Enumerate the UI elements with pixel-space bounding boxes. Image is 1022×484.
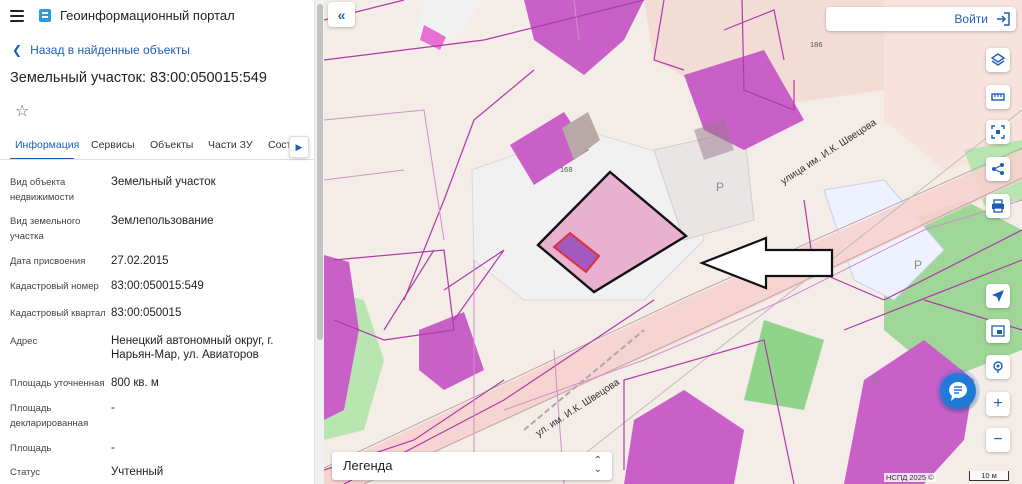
property-label: Вид земельного участка: [10, 216, 81, 242]
property-label: Кадастровый квартал: [10, 308, 106, 319]
active-tab-indicator: [10, 158, 74, 159]
print-icon: [992, 199, 1004, 213]
tab-bar: Информация Сервисы Объекты Части ЗУ Сост…: [0, 134, 314, 160]
property-label: Площадь декларированная: [10, 403, 89, 429]
tab-services[interactable]: Сервисы: [91, 139, 135, 151]
property-label: Дата присвоения: [10, 256, 86, 267]
select-area-icon: [991, 125, 1005, 139]
property-value: Земельный участок: [111, 176, 216, 188]
select-area-button[interactable]: [986, 120, 1010, 144]
locate-button[interactable]: [986, 284, 1010, 308]
parking-label: Р: [914, 258, 923, 272]
panel-scrollbar[interactable]: [314, 0, 324, 484]
back-to-results-link[interactable]: ❮ Назад в найденные объекты: [12, 43, 190, 57]
map-canvas[interactable]: [324, 0, 1022, 484]
panel-header: Геоинформационный портал: [0, 0, 314, 32]
logo-icon: [39, 9, 51, 22]
property-value: 27.02.2015: [111, 255, 169, 267]
property-label: Площадь: [10, 443, 52, 454]
minus-icon: −: [993, 431, 1003, 448]
property-value: -: [111, 442, 115, 454]
property-value: 800 кв. м: [111, 377, 159, 389]
property-value: 83:00:050015:549: [111, 280, 204, 292]
share-button[interactable]: [986, 157, 1010, 181]
chevron-right-icon[interactable]: ▶: [289, 136, 309, 158]
property-label: Кадастровый номер: [10, 281, 99, 292]
property-value: 83:00:050015: [111, 307, 182, 319]
property-value: Учтенный: [111, 466, 164, 478]
chat-button[interactable]: [940, 373, 976, 409]
layers-icon: [991, 53, 1005, 66]
property-value: Землепользование: [111, 215, 214, 227]
legend-dropdown[interactable]: Легенда ⌃ ⌄: [332, 452, 612, 480]
login-label: Войти: [954, 12, 988, 26]
tab-objects[interactable]: Объекты: [150, 139, 193, 151]
zoom-in-button[interactable]: +: [986, 392, 1010, 416]
scrollbar-thumb[interactable]: [317, 4, 323, 340]
building-number-label: 186: [810, 40, 823, 49]
parking-label: Р: [716, 180, 725, 194]
measure-button[interactable]: [986, 85, 1010, 109]
property-label: Вид объекта недвижимости: [10, 177, 75, 203]
app-title: Геоинформационный портал: [60, 8, 235, 23]
property-value: Ненецкий автономный округ, г. Нарьян-Мар…: [111, 335, 274, 361]
info-panel: Геоинформационный портал ❮ Назад в найден…: [0, 0, 314, 484]
tab-parcel-parts[interactable]: Части ЗУ: [208, 139, 253, 151]
parking-label: Р: [872, 374, 881, 388]
menu-icon[interactable]: [10, 10, 24, 22]
login-button[interactable]: Войти: [826, 7, 1016, 31]
star-icon[interactable]: ☆: [15, 101, 29, 121]
layers-button[interactable]: [986, 48, 1010, 72]
dropdown-arrows-icon: ⌃ ⌄: [593, 455, 602, 475]
collapse-panel-button[interactable]: «: [328, 2, 355, 27]
property-label: Площадь уточненная: [10, 378, 105, 389]
building-number-label: 168: [560, 165, 573, 174]
chevron-left-icon: ❮: [12, 43, 23, 57]
minimap-icon: [991, 325, 1005, 337]
tab-information[interactable]: Информация: [15, 139, 79, 151]
share-icon: [992, 163, 1004, 175]
zoom-out-button[interactable]: −: [986, 428, 1010, 452]
locate-icon: [992, 290, 1004, 302]
property-label: Статус: [10, 467, 41, 478]
print-button[interactable]: [986, 194, 1010, 218]
minimap-button[interactable]: [986, 319, 1010, 343]
map-view[interactable]: 186 168 Р Р Р улица им. И.К. Швецова ул.…: [324, 0, 1022, 484]
property-label: Адрес: [10, 336, 38, 347]
pin-button[interactable]: [986, 355, 1010, 379]
pin-icon: [993, 361, 1003, 373]
object-title: Земельный участок: 83:00:050015:549: [10, 70, 267, 86]
chat-icon: [949, 382, 967, 401]
ruler-icon: [991, 93, 1005, 101]
login-icon: [997, 12, 1010, 26]
plus-icon: +: [993, 395, 1003, 412]
back-link-label: Назад в найденные объекты: [30, 43, 190, 57]
double-chevron-left-icon: «: [337, 6, 346, 23]
legend-label: Легенда: [343, 458, 393, 473]
map-copyright: НСПД 2025 ©: [884, 473, 936, 482]
property-value: -: [111, 402, 115, 414]
map-scale: 10 м: [969, 471, 1009, 481]
